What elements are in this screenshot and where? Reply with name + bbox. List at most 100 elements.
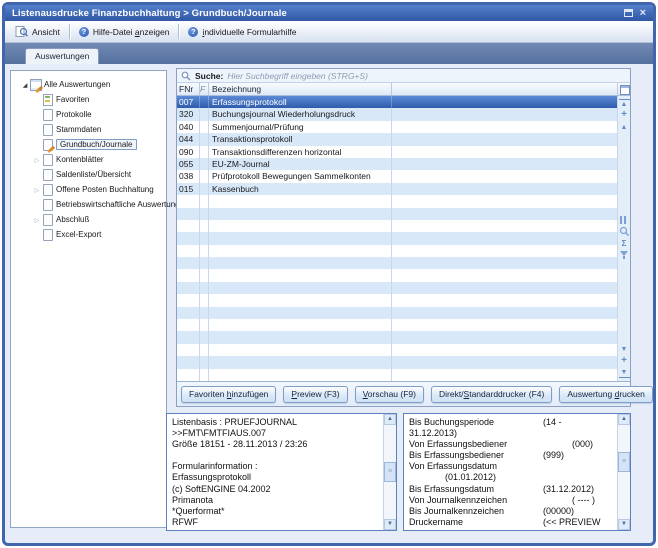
scrollbar-thumb[interactable]: ≡ (384, 462, 396, 482)
tree-item-protokolle[interactable]: Protokolle (11, 107, 166, 122)
tab-auswertungen[interactable]: Auswertungen (25, 48, 99, 64)
tree-item-favoriten[interactable]: Favoriten (11, 92, 166, 107)
tree-item-saldenliste[interactable]: Saldenliste/Übersicht (11, 167, 166, 182)
scroll-first-icon[interactable] (619, 99, 630, 109)
document-icon (42, 154, 52, 165)
tree-collapsed-icon[interactable] (32, 155, 42, 164)
scrollbar: ▲ ≡ ▼ (617, 414, 630, 530)
toolbar-separator (178, 24, 179, 39)
add-icon[interactable] (619, 356, 630, 367)
table-row[interactable]: 044Transaktionsprotokoll (177, 133, 617, 145)
view-icon (15, 26, 28, 37)
help-file-button[interactable]: Hilfe-Datei anzeigen (73, 25, 176, 39)
scrollbar-thumb[interactable]: ≡ (618, 452, 630, 472)
title-buttons: × (624, 7, 646, 19)
table-row-selected[interactable]: 007Erfassungsprotokoll (177, 96, 617, 108)
tree-item-alle-auswertungen[interactable]: Alle Auswertungen (11, 77, 166, 92)
application-window: Listenausdrucke Finanzbuchhaltung > Grun… (0, 0, 658, 548)
document-icon (42, 214, 52, 225)
restore-icon[interactable] (624, 9, 633, 17)
document-icon (42, 184, 52, 195)
search-label: Suche: (195, 71, 223, 81)
table-row[interactable]: 090Transaktionsdifferenzen horizontal (177, 146, 617, 158)
scroll-last-icon[interactable] (619, 368, 630, 378)
table-row-empty (177, 269, 617, 281)
column-header-f[interactable]: F (200, 83, 209, 95)
table-rows: 007Erfassungsprotokoll 320Buchungsjourna… (177, 96, 617, 381)
table-row-empty (177, 307, 617, 319)
scroll-up-icon[interactable]: ▲ (384, 414, 396, 425)
form-info-text: Listenbasis : PRUEFJOURNAL >>FMT\FMTFIAU… (167, 414, 383, 530)
evaluations-root-icon (30, 79, 40, 90)
add-favorites-button[interactable]: Favoriten hinzufügen (181, 386, 276, 403)
form-help-label: individuelle Formularhilfe (202, 27, 296, 37)
add-icon[interactable] (619, 110, 630, 121)
tree-collapsed-icon[interactable] (32, 215, 42, 224)
table-row-empty (177, 369, 617, 381)
table-row-empty (177, 257, 617, 269)
document-icon (42, 124, 52, 135)
table-row[interactable]: 038Prüfprotokoll Bewegungen Sammelkonten (177, 170, 617, 182)
form-help-button[interactable]: individuelle Formularhilfe (182, 25, 302, 39)
tree-item-grundbuch-journale[interactable]: Grundbuch/Journale (11, 137, 166, 152)
scroll-up-icon[interactable] (619, 122, 630, 133)
preview-f3-button[interactable]: Preview (F3) (283, 386, 347, 403)
ansicht-button[interactable]: Ansicht (9, 24, 66, 39)
help-icon (188, 27, 198, 37)
table-row[interactable]: 015Kassenbuch (177, 183, 617, 195)
print-report-button[interactable]: Auswertung drucken (559, 386, 653, 403)
table-body: 007Erfassungsprotokoll 320Buchungsjourna… (177, 96, 630, 381)
parameters-info-panel: Bis Buchungsperiode(14 - 31.12.2013) Von… (403, 413, 631, 531)
scroll-down-icon[interactable] (619, 344, 630, 355)
parameters-info-text: Bis Buchungsperiode(14 - 31.12.2013) Von… (404, 414, 617, 530)
scroll-down-icon[interactable]: ▼ (618, 519, 630, 530)
columns-icon[interactable] (620, 216, 628, 224)
document-icon (42, 229, 52, 240)
table-row[interactable]: 040Summenjournal/Prüfung (177, 121, 617, 133)
table-row[interactable]: 320Buchungsjournal Wiederholungsdruck (177, 108, 617, 120)
filter-icon[interactable] (619, 251, 630, 262)
table-row-empty (177, 356, 617, 368)
search-input[interactable] (227, 70, 630, 82)
scrollbar: ▲ ≡ ▼ (383, 414, 396, 530)
tree-item-stammdaten[interactable]: Stammdaten (11, 122, 166, 137)
table-row-empty (177, 195, 617, 207)
table-row-empty (177, 245, 617, 257)
close-icon[interactable]: × (640, 7, 646, 19)
column-options-icon[interactable] (617, 83, 630, 95)
table-row-empty (177, 232, 617, 244)
grid-search-icon[interactable] (619, 226, 630, 237)
document-icon (42, 169, 52, 180)
tree-item-kontenblaetter[interactable]: Kontenblätter (11, 152, 166, 167)
direct-printer-button[interactable]: Direkt/Standarddrucker (F4) (431, 386, 552, 403)
table-row-empty (177, 294, 617, 306)
window-frame: Listenausdrucke Finanzbuchhaltung > Grun… (2, 2, 656, 546)
report-list-panel: Suche: FNr F Bezeichnung 007Erfassungspr… (176, 68, 631, 407)
sum-icon[interactable] (619, 238, 630, 249)
toolbar: Ansicht Hilfe-Datei anzeigen individuell… (5, 21, 653, 43)
column-header-bezeichnung[interactable]: Bezeichnung (209, 83, 392, 95)
evaluations-tree-panel: Alle Auswertungen Favoriten Protokolle S… (10, 70, 167, 528)
tree-item-abschluss[interactable]: Abschluß (11, 212, 166, 227)
search-bar: Suche: (177, 69, 630, 83)
scroll-up-icon[interactable]: ▲ (618, 414, 630, 425)
tree-item-betriebswirtschaftliche[interactable]: Betriebswirtschaftliche Auswertungen (11, 197, 166, 212)
table-row-empty (177, 282, 617, 294)
table-row-empty (177, 220, 617, 232)
scroll-down-icon[interactable]: ▼ (384, 519, 396, 530)
table-row-empty (177, 208, 617, 220)
search-icon (181, 71, 191, 81)
vorschau-f9-button[interactable]: Vorschau (F9) (355, 386, 424, 403)
ansicht-label: Ansicht (32, 27, 60, 37)
table-row-empty (177, 344, 617, 356)
tree-collapsed-icon[interactable] (32, 185, 42, 194)
title-bar: Listenausdrucke Finanzbuchhaltung > Grun… (5, 5, 653, 21)
column-header-fnr[interactable]: FNr (177, 83, 200, 95)
table-row[interactable]: 055EU-ZM-Journal (177, 158, 617, 170)
window-title: Listenausdrucke Finanzbuchhaltung > Grun… (12, 8, 287, 19)
tree-expanded-icon[interactable] (20, 80, 30, 89)
tree-item-offene-posten[interactable]: Offene Posten Buchhaltung (11, 182, 166, 197)
favorites-icon (42, 94, 52, 105)
help-file-label: Hilfe-Datei anzeigen (93, 27, 170, 37)
tree-item-excel-export[interactable]: Excel-Export (11, 227, 166, 242)
